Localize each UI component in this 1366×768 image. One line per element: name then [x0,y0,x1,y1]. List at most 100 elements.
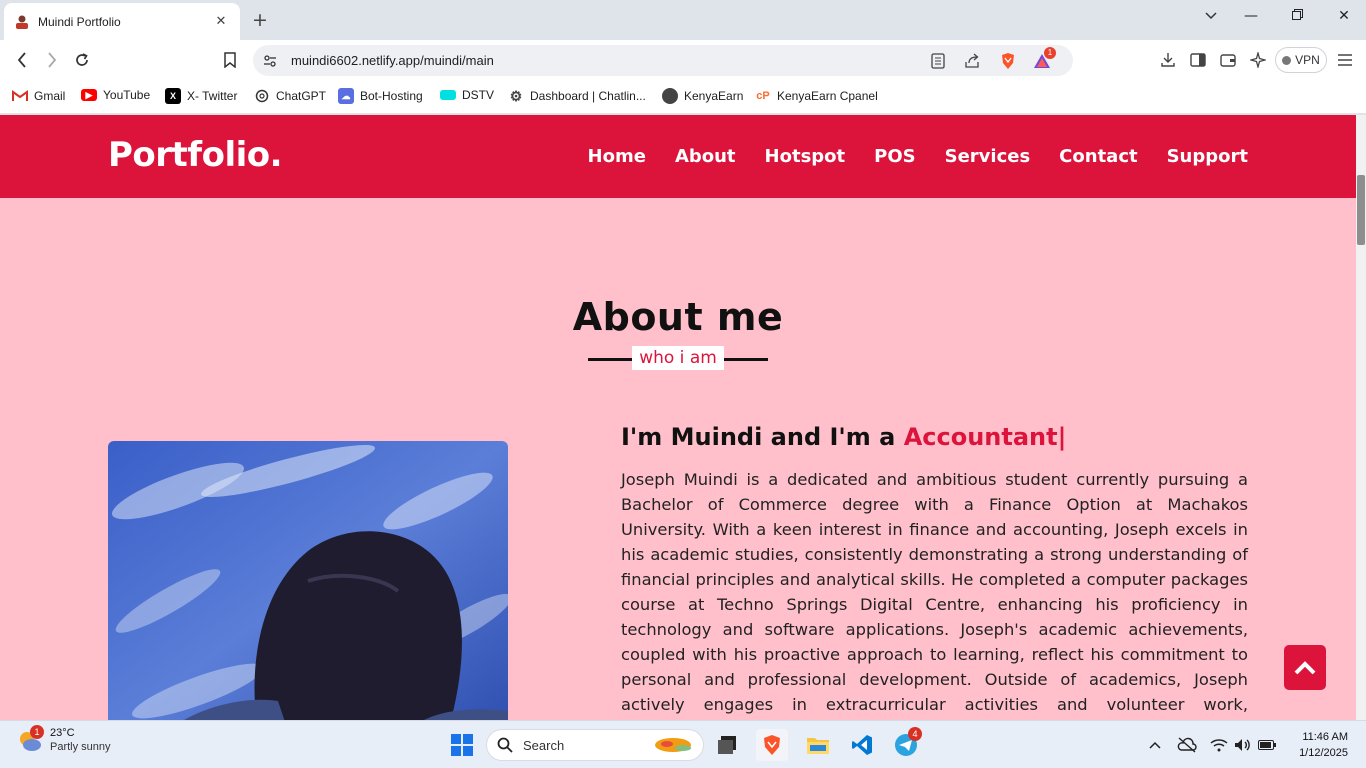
onedrive-offline-icon[interactable] [1177,736,1197,754]
page-scrollbar[interactable] [1356,115,1366,720]
bookmark-kenyaearn-cpanel[interactable]: cP KenyaEarn Cpanel [755,88,878,104]
downloads-icon[interactable] [1158,51,1178,69]
volume-icon[interactable] [1233,736,1253,754]
nav-support[interactable]: Support [1167,146,1248,167]
scroll-to-top-button[interactable] [1284,645,1326,690]
main-nav: Home About Hotspot POS Services Contact … [588,146,1248,167]
kenyaearn-icon [662,88,678,104]
address-bar[interactable]: muindi6602.netlify.app/muindi/main 1 [253,45,1073,76]
about-section-subtitle: who i am [632,346,724,370]
chatgpt-icon [254,88,270,104]
search-highlight-icon [655,738,691,752]
bookmark-label: Bot-Hosting [360,89,423,103]
search-placeholder: Search [523,737,565,753]
bookmark-icon[interactable] [220,50,240,70]
system-clock[interactable]: 11:46 AM 1/12/2025 [1299,729,1348,761]
vpn-status-icon [1282,55,1292,65]
bookmark-dstv[interactable]: DSTV [440,88,494,102]
bookmark-youtube[interactable]: ▶ YouTube [81,88,150,102]
nav-hotspot[interactable]: Hotspot [765,146,846,167]
back-icon[interactable] [12,50,32,70]
telegram-badge: 4 [908,727,922,741]
nav-contact[interactable]: Contact [1059,146,1137,167]
sidebar-toggle-icon[interactable] [1188,51,1208,69]
web-page: Portfolio. Home About Hotspot POS Servic… [0,115,1356,720]
maximize-icon[interactable] [1285,8,1309,24]
chevron-up-icon [1294,660,1316,674]
bookmark-bot-hosting[interactable]: ☁ Bot-Hosting [338,88,423,104]
about-section-title: About me [572,295,784,339]
bookmark-label: X- Twitter [187,89,238,103]
weather-badge: 1 [30,725,44,739]
new-tab-icon[interactable]: + [250,9,270,31]
profile-photo [108,441,508,720]
task-view-icon[interactable] [712,729,744,761]
minimize-icon[interactable]: — [1239,8,1263,24]
clock-date: 1/12/2025 [1299,747,1348,759]
bookmark-kenyaearn[interactable]: KenyaEarn [662,88,743,104]
tab-title: Muindi Portfolio [38,14,121,29]
bookmark-dashboard-chatlin[interactable]: ⚙ Dashboard | Chatlin... [508,88,646,104]
taskbar-search[interactable]: Search [486,729,704,761]
bookmark-gmail[interactable]: Gmail [12,88,65,104]
share-icon[interactable] [963,52,981,70]
bookmark-label: KenyaEarn Cpanel [777,89,878,103]
close-window-icon[interactable]: ✕ [1332,8,1356,24]
typed-role-text: Accountant| [903,423,1067,451]
portfolio-favicon-icon [14,14,30,30]
bookmark-x-twitter[interactable]: X X- Twitter [165,88,237,104]
site-settings-icon[interactable] [261,52,279,70]
battery-icon[interactable] [1257,736,1277,754]
partly-sunny-icon: 1 [16,725,44,755]
rewards-count-badge: 1 [1044,47,1056,59]
section-subtitle-divider: who i am [588,346,768,370]
browser-toolbar: muindi6602.netlify.app/muindi/main 1 VPN [0,40,1366,80]
reader-mode-icon[interactable] [929,52,947,70]
nav-about[interactable]: About [675,146,736,167]
menu-icon[interactable] [1335,51,1355,69]
wallet-icon[interactable] [1218,51,1238,69]
browser-tab[interactable]: Muindi Portfolio ✕ [4,3,240,40]
cloud-icon: ☁ [338,88,354,104]
reload-icon[interactable] [72,50,92,70]
vpn-label: VPN [1295,53,1320,67]
url-text: muindi6602.netlify.app/muindi/main [291,53,494,68]
site-header: Portfolio. Home About Hotspot POS Servic… [0,115,1356,198]
weather-condition: Partly sunny [50,741,111,753]
youtube-icon: ▶ [81,89,97,101]
bookmark-label: Gmail [34,89,66,103]
bookmark-label: Dashboard | Chatlin... [530,89,646,103]
close-tab-icon[interactable]: ✕ [212,14,230,29]
cpanel-icon: cP [756,90,770,102]
bookmark-label: ChatGPT [276,89,327,103]
windows-start-icon[interactable] [446,729,478,761]
brave-taskbar-icon[interactable] [756,729,788,761]
wifi-icon[interactable] [1209,736,1229,754]
bookmark-chatgpt[interactable]: ChatGPT [254,88,326,104]
nav-home[interactable]: Home [588,146,646,167]
bookmark-label: KenyaEarn [684,89,744,103]
site-logo[interactable]: Portfolio. [108,135,283,175]
scrollbar-thumb[interactable] [1357,175,1365,245]
weather-widget[interactable]: 1 23°C Partly sunny [16,725,111,755]
brave-shields-icon[interactable] [999,52,1017,70]
nav-services[interactable]: Services [945,146,1031,167]
intro-prefix: I'm Muindi and I'm a [621,423,904,451]
vscode-icon[interactable] [846,729,878,761]
show-hidden-icons-chevron-icon[interactable] [1145,736,1165,754]
leo-ai-icon[interactable] [1248,51,1268,69]
gmail-icon [12,88,28,104]
tab-strip: Muindi Portfolio ✕ + — ✕ [0,0,1366,40]
nav-pos[interactable]: POS [874,146,915,167]
vpn-button[interactable]: VPN [1275,47,1327,73]
file-explorer-icon[interactable] [802,729,834,761]
bookmark-label: DSTV [462,88,495,102]
windows-taskbar: 1 23°C Partly sunny Search 4 11:46 AM 1/… [0,720,1366,768]
x-icon: X [165,88,181,104]
telegram-icon[interactable]: 4 [890,727,922,761]
search-icon [497,737,513,753]
tab-search-chevron-icon[interactable] [1199,8,1223,24]
gear-icon: ⚙ [509,87,523,104]
forward-icon[interactable] [42,50,62,70]
bookmarks-bar: Gmail ▶ YouTube X X- Twitter ChatGPT ☁ B… [0,80,1366,114]
